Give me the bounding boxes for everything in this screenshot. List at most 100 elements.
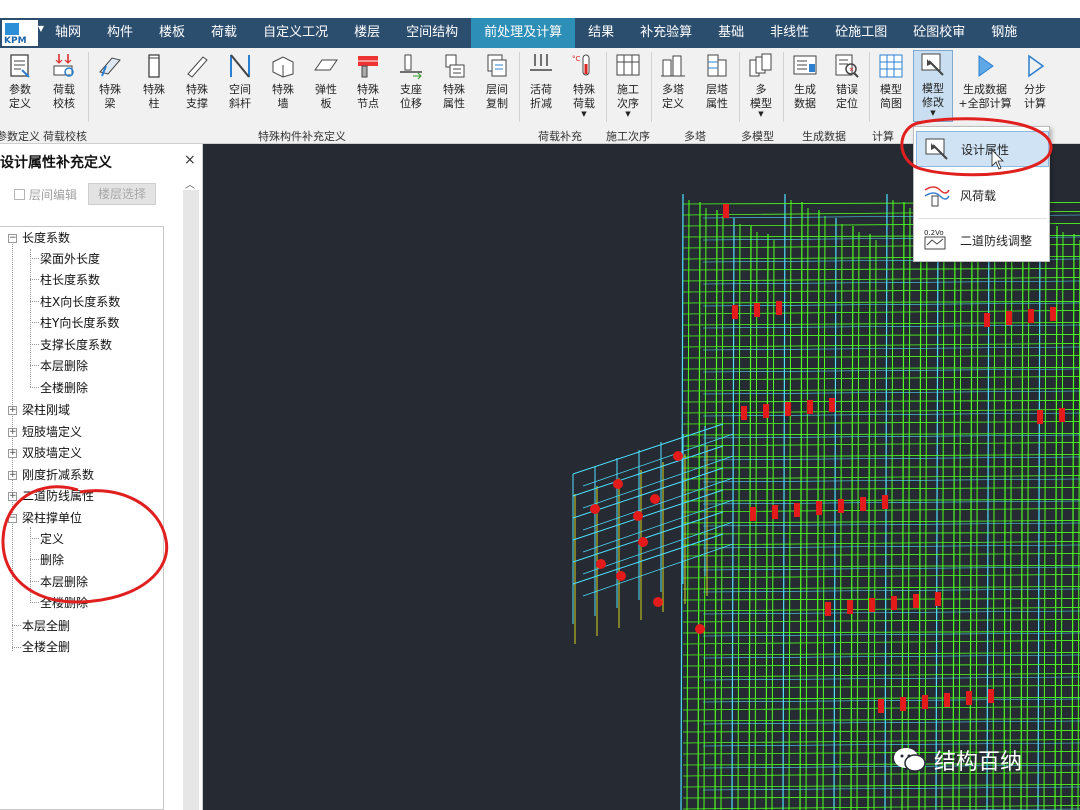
group-label-gen-data: 生成数据 [802, 130, 846, 143]
space-bar-label: 空间 斜杆 [229, 83, 251, 110]
tree-leaf-floor-delete[interactable]: 本层删除 [40, 358, 88, 374]
tree-node-unit[interactable]: 梁柱撑单位 [22, 510, 82, 526]
tree-node-beam-col-rigid[interactable]: 梁柱刚域 [22, 402, 70, 418]
special-node-button[interactable]: 特殊 节点 [348, 52, 388, 118]
expand-toggle-icon[interactable]: − [8, 234, 17, 243]
shear-wall-panel [922, 695, 928, 709]
tree-leaf-beam-out-length[interactable]: 梁面外长度 [40, 251, 100, 267]
tree-node-short-wall[interactable]: 短肢墙定义 [22, 424, 82, 440]
tower-column [782, 193, 786, 810]
special-load-button[interactable]: °C 特殊 荷载 ▼ [564, 52, 604, 118]
tower-floor-beam [682, 664, 1080, 667]
tree-leaf-column-x-length[interactable]: 柱X向长度系数 [40, 294, 120, 310]
special-wall-button[interactable]: 特殊墙 [263, 52, 303, 118]
menu-axis[interactable]: 轴网 [42, 18, 94, 48]
floor-copy-icon [487, 54, 507, 77]
menu-foundation[interactable]: 基础 [705, 18, 757, 48]
group-separator [739, 52, 740, 122]
gen-data-button[interactable]: 生成 数据 [785, 52, 825, 118]
error-locate-button[interactable]: ✕ 错误 定位 [827, 52, 867, 118]
menu-slab[interactable]: 楼板 [146, 18, 198, 48]
floor-tower-attr-button[interactable]: 层塔 属性 [697, 52, 737, 118]
panel-scrollbar[interactable] [183, 190, 199, 810]
step-calc-button[interactable]: 分步 计算 [1015, 52, 1055, 118]
menu-custom-case[interactable]: 自定义工况 [250, 18, 341, 48]
tree-node-floor-delete-all[interactable]: 本层全删 [22, 618, 70, 634]
floor-edit-checkbox-row[interactable]: 层间编辑 [14, 186, 77, 203]
floor-edit-checkbox[interactable] [14, 189, 25, 200]
tree-node-second-defense[interactable]: 二道防线属性 [22, 488, 94, 504]
special-load-icon: °C [572, 54, 590, 76]
design-attr-label: 设计属性 [961, 142, 1010, 157]
model-modify-button[interactable]: 模型 修改 ▼ [913, 50, 953, 122]
tree-leaf-column-length[interactable]: 柱长度系数 [40, 272, 100, 288]
shear-wall-panel [785, 402, 791, 416]
panel-close-icon[interactable]: × [184, 152, 196, 168]
floor-copy-label: 层间 复制 [486, 83, 508, 110]
tower-column [975, 239, 979, 810]
special-beam-button[interactable]: 特殊梁 [90, 52, 130, 118]
param-define-button[interactable]: 参数 定义 [0, 52, 40, 118]
app-logo[interactable]: KPM ▼ [0, 18, 44, 48]
tree-connector [12, 647, 21, 648]
group-label-load-check: 荷载校核 [43, 130, 87, 143]
menu-supplement-check[interactable]: 补充验算 [627, 18, 705, 48]
special-column-button[interactable]: 特殊柱 [134, 52, 174, 118]
special-attr-button[interactable]: 特殊 属性 [434, 52, 474, 118]
tree-leaf-brace-length[interactable]: 支撑长度系数 [40, 337, 112, 353]
expand-toggle-icon[interactable]: + [8, 449, 17, 458]
space-bar-button[interactable]: 空间 斜杆 [220, 52, 260, 118]
elastic-slab-button[interactable]: 弹性板 [306, 52, 346, 118]
shear-wall-panel [750, 507, 756, 521]
tree-connector [30, 301, 39, 302]
menu-steel[interactable]: 钢施 [978, 18, 1030, 48]
expand-toggle-icon[interactable]: − [8, 514, 17, 523]
expand-toggle-icon[interactable]: + [8, 428, 17, 437]
expand-toggle-icon[interactable]: + [8, 492, 17, 501]
floor-select-button[interactable]: 楼层选择 [88, 183, 156, 205]
menu-preprocess-calc[interactable]: 前处理及计算 [471, 18, 576, 48]
menu-component[interactable]: 构件 [94, 18, 146, 48]
special-brace-button[interactable]: 特殊 支撑 [177, 52, 217, 118]
tree-node-double-wall[interactable]: 双肢墙定义 [22, 445, 82, 461]
tree-leaf-unit-floor-delete[interactable]: 本层删除 [40, 574, 88, 590]
tower-column [890, 199, 894, 810]
multi-tower-def-label: 多塔 定义 [662, 83, 684, 110]
shear-wall-panel [732, 305, 738, 319]
tree-node-length-coef[interactable]: 长度系数 [22, 230, 70, 246]
step-calc-label: 分步 计算 [1024, 83, 1046, 110]
tree-leaf-unit-define[interactable]: 定义 [40, 531, 64, 547]
menu-result[interactable]: 结果 [575, 18, 627, 48]
menu-nonlinear[interactable]: 非线性 [757, 18, 822, 48]
scroll-up-icon[interactable]: ︿ [185, 176, 195, 191]
load-check-button[interactable]: 荷载 校核 [44, 52, 84, 118]
tree-leaf-unit-building-delete[interactable]: 全楼删除 [40, 595, 88, 611]
tree-leaf-building-delete[interactable]: 全楼删除 [40, 380, 88, 396]
support-disp-button[interactable]: 支座 位移 [391, 52, 431, 118]
construction-order-button[interactable]: 施工 次序 ▼ [608, 52, 648, 118]
tower-floor-beam [682, 433, 1080, 436]
menu-space-structure[interactable]: 空间结构 [393, 18, 471, 48]
multi-tower-def-button[interactable]: 多塔 定义 [653, 52, 693, 118]
live-load-reduce-button[interactable]: 活荷 折减 [521, 52, 561, 118]
menu-concrete-drawing[interactable]: 砼施工图 [822, 18, 900, 48]
multi-model-button[interactable]: 多模型 ▼ [741, 52, 781, 118]
floor-copy-button[interactable]: 层间 复制 [477, 52, 517, 118]
menu-floor[interactable]: 楼层 [341, 18, 393, 48]
menu-item-wind-load[interactable]: 风荷载 [916, 177, 1049, 213]
tower-floor-beam [682, 697, 1080, 700]
tree-node-building-delete-all[interactable]: 全楼全删 [22, 639, 70, 655]
expand-toggle-icon[interactable]: + [8, 406, 17, 415]
gen-calc-all-button[interactable]: 生成数据 +全部计算 [958, 52, 1012, 118]
menu-load[interactable]: 荷载 [198, 18, 250, 48]
tree-leaf-column-y-length[interactable]: 柱Y向长度系数 [40, 315, 119, 331]
expand-toggle-icon[interactable]: + [8, 471, 17, 480]
tower-floor-beam [682, 652, 1080, 656]
model-sketch-button[interactable]: 模型 简图 [871, 52, 911, 118]
menu-item-design-attr[interactable]: 设计属性 [916, 131, 1049, 167]
tower-floor-beam [682, 565, 1080, 568]
menu-concrete-review[interactable]: 砼图校审 [900, 18, 978, 48]
tree-node-stiffness-reduce[interactable]: 刚度折减系数 [22, 467, 94, 483]
menu-item-second-defense-adjust[interactable]: 0.2Vo 二道防线调整 [916, 222, 1049, 258]
tree-leaf-unit-delete[interactable]: 删除 [40, 552, 64, 568]
